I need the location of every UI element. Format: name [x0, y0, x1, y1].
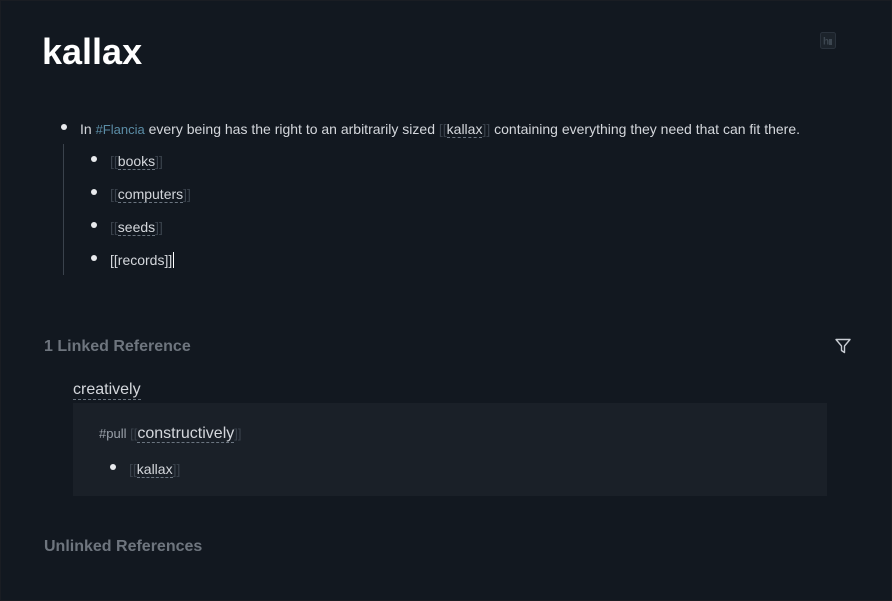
page-container: kallax h In #Flancia every being has the…	[1, 1, 891, 600]
unlinked-references-title[interactable]: Unlinked References	[44, 538, 202, 556]
filter-icon[interactable]	[834, 337, 852, 355]
block-content[interactable]: [[computers]]	[110, 186, 191, 203]
tag-pull[interactable]: #pull	[99, 426, 126, 441]
reference-block-panel: #pull [[constructively]] [[kallax]]	[73, 403, 827, 496]
block-bullet[interactable]	[91, 222, 97, 228]
block-bullet[interactable]	[91, 189, 97, 195]
svg-text:h: h	[823, 37, 829, 48]
block-bullet[interactable]	[91, 255, 97, 261]
block-bullet[interactable]	[61, 124, 67, 130]
page-title[interactable]: kallax	[42, 31, 142, 73]
editing-text[interactable]: [[records]]	[110, 252, 172, 268]
page-ref-kallax[interactable]: kallax	[446, 121, 483, 138]
bracket-open: [[	[129, 461, 137, 477]
page-ref-kallax[interactable]: kallax	[136, 461, 173, 478]
block-content[interactable]: In #Flancia every being has the right to…	[80, 121, 800, 138]
page-ref-computers[interactable]: computers	[117, 186, 184, 203]
text-cursor	[173, 252, 175, 268]
reference-source-page[interactable]: creatively	[73, 381, 141, 400]
block-editor[interactable]: [[records]]	[110, 252, 175, 268]
block-text-middle: every being has the right to an arbitrar…	[144, 121, 439, 137]
block-content[interactable]: [[books]]	[110, 153, 163, 170]
bracket-close: ]]	[234, 426, 242, 441]
page-ref-seeds[interactable]: seeds	[117, 219, 156, 236]
bracket-close: ]]	[155, 219, 163, 235]
block-content[interactable]: [[seeds]]	[110, 219, 163, 236]
bracket-open: [[	[110, 219, 118, 235]
bracket-close: ]]	[172, 461, 181, 477]
bracket-open: [[	[110, 153, 118, 169]
reference-block[interactable]: #pull [[constructively]]	[99, 425, 241, 443]
heading-toggle-icon[interactable]: h	[820, 32, 836, 49]
block-text-prefix: In	[80, 121, 96, 137]
block-bullet[interactable]	[110, 464, 116, 470]
children-thread-line[interactable]	[63, 144, 64, 275]
block-content[interactable]: [[kallax]]	[129, 461, 181, 478]
bracket-open: [[	[438, 121, 447, 137]
page-ref-constructively[interactable]: constructively	[137, 425, 235, 443]
page-ref-books[interactable]: books	[117, 153, 156, 170]
bracket-open: [[	[110, 186, 118, 202]
tag-flancia[interactable]: #Flancia	[96, 122, 145, 137]
bracket-close: ]]	[155, 153, 163, 169]
block-bullet[interactable]	[91, 156, 97, 162]
block-text-suffix: containing everything they need that can…	[490, 121, 800, 137]
bracket-close: ]]	[183, 186, 191, 202]
linked-references-title[interactable]: 1 Linked Reference	[44, 338, 191, 356]
